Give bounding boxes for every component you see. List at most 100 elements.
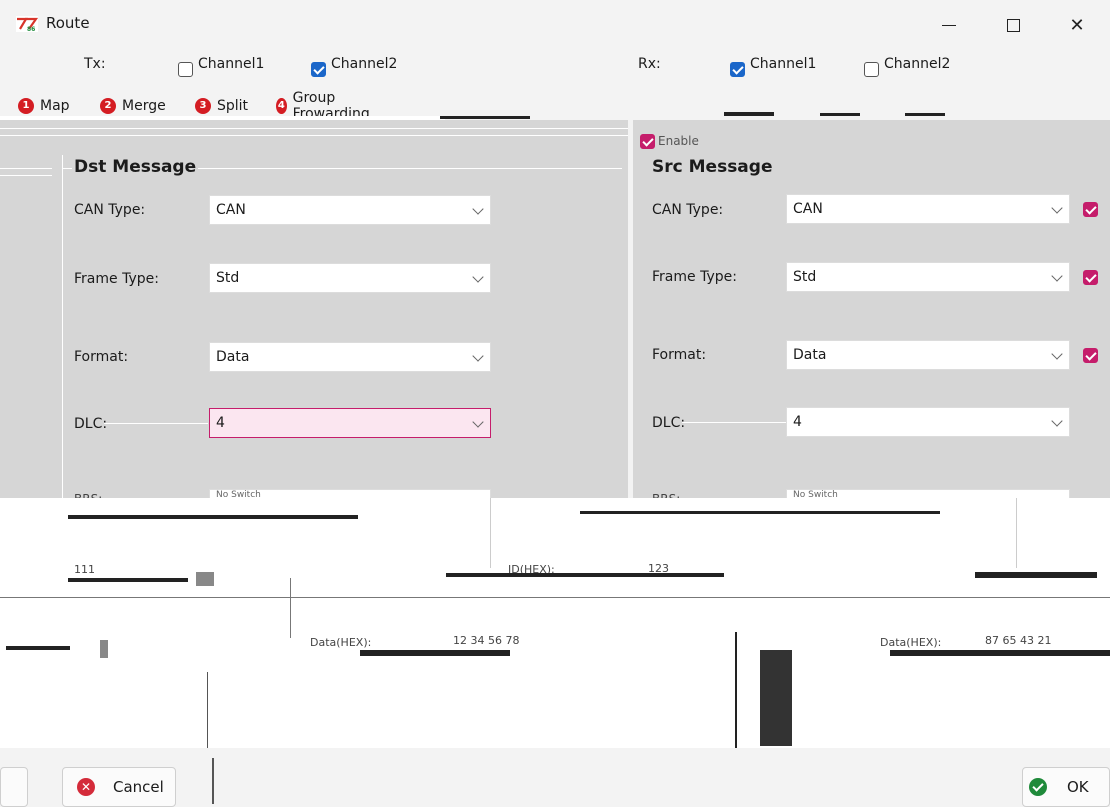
ok-icon [1029,778,1047,796]
chevron-down-icon [1051,270,1063,282]
tab-label: Map [40,98,70,114]
chevron-down-icon [472,416,484,428]
tx-channel1-label: Channel1 [198,56,265,72]
cancel-button[interactable]: ✕ Cancel [62,767,176,807]
select-value: CAN [216,202,246,218]
divider [0,128,628,129]
title-bar: 86 Route ✕ [0,0,1110,50]
render-artifact [975,572,1097,578]
group-border [62,155,63,500]
dst-can-type-select[interactable]: CAN [209,195,491,225]
render-artifact [820,113,860,116]
chevron-down-icon [1051,348,1063,360]
dst-dlc-select[interactable]: 4 [209,408,491,438]
dst-format-label: Format: [74,349,129,365]
select-value: CAN [793,201,823,217]
tab-label: Merge [122,98,166,114]
render-artifact [490,498,491,568]
render-artifact [212,758,214,804]
src-dlc-select[interactable]: 4 [786,407,1070,437]
render-artifact [6,646,70,650]
ok-button[interactable]: OK [1022,767,1110,807]
render-artifact [760,650,792,746]
rx-channel2-checkbox[interactable] [864,62,879,77]
divider [0,168,52,169]
data-src-value: 87 65 43 21 [985,634,1052,647]
data-dst-label: Data(HEX): [310,636,372,649]
src-frame-type-checkbox[interactable] [1083,270,1098,285]
divider [0,135,628,136]
splitter[interactable] [628,120,633,500]
render-artifact [100,640,108,658]
src-format-checkbox[interactable] [1083,348,1098,363]
render-artifact [580,511,940,514]
render-artifact [890,650,1110,656]
select-value: Std [793,269,817,285]
src-group-title: Src Message [650,157,775,177]
dst-format-select[interactable]: Data [209,342,491,372]
maximize-icon [1006,18,1020,32]
render-artifact [905,113,945,116]
render-artifact [724,112,774,116]
tx-channel2-label: Channel2 [331,56,398,72]
minimize-button[interactable] [926,8,972,42]
rx-channel1-checkbox[interactable] [730,62,745,77]
tab-number-badge: 2 [100,98,116,114]
src-frame-type-label: Frame Type: [652,269,737,285]
window-title: Route [46,14,90,32]
chevron-down-icon [472,203,484,215]
chevron-down-icon [472,350,484,362]
src-can-type-select[interactable]: CAN [786,194,1070,224]
render-artifact [68,515,358,519]
render-artifact [196,572,214,586]
select-value: Data [216,349,250,365]
maximize-button[interactable] [990,8,1036,42]
select-value: Data [793,347,827,363]
divider [104,423,208,424]
render-artifact [1016,498,1017,568]
render-artifact [290,578,291,638]
tab-number-badge: 4 [276,98,287,114]
dst-group-title: Dst Message [72,157,199,177]
dst-frame-type-select[interactable]: Std [209,263,491,293]
minimize-icon [942,24,956,26]
dst-frame-type-label: Frame Type: [74,271,159,287]
close-button[interactable]: ✕ [1054,8,1100,42]
divider [0,175,52,176]
render-artifact [735,632,737,748]
close-icon: ✕ [1069,14,1085,36]
tx-channel1-checkbox[interactable] [178,62,193,77]
tx-label: Tx: [84,56,106,72]
render-artifact [446,573,724,577]
rx-channel1-label: Channel1 [750,56,817,72]
render-artifact [0,498,1110,748]
tx-channel2-checkbox[interactable] [311,62,326,77]
partial-button[interactable] [0,767,28,807]
tab-number-badge: 1 [18,98,34,114]
select-value: 4 [216,415,225,431]
select-value: 4 [793,414,802,430]
rx-channel2-label: Channel2 [884,56,951,72]
svg-text:86: 86 [27,26,35,32]
src-dlc-label: DLC: [652,415,686,431]
src-can-type-checkbox[interactable] [1083,202,1098,217]
dst-can-type-label: CAN Type: [74,202,146,218]
enable-checkbox[interactable] [640,134,655,149]
src-format-label: Format: [652,347,707,363]
src-frame-type-select[interactable]: Std [786,262,1070,292]
render-artifact [68,578,188,582]
render-artifact [440,116,530,119]
tab-label: Split [217,98,249,114]
render-artifact [0,597,1110,598]
rx-label: Rx: [638,56,661,72]
data-dst-value: 12 34 56 78 [453,634,520,647]
cancel-button-label: Cancel [113,778,164,796]
chevron-down-icon [1051,415,1063,427]
app-logo-icon: 86 [16,16,38,32]
tab-number-badge: 3 [195,98,211,114]
src-format-select[interactable]: Data [786,340,1070,370]
ok-button-label: OK [1067,778,1089,796]
dst-dlc-label: DLC: [74,416,108,432]
enable-label: Enable [658,134,699,148]
select-value: Std [216,270,240,286]
